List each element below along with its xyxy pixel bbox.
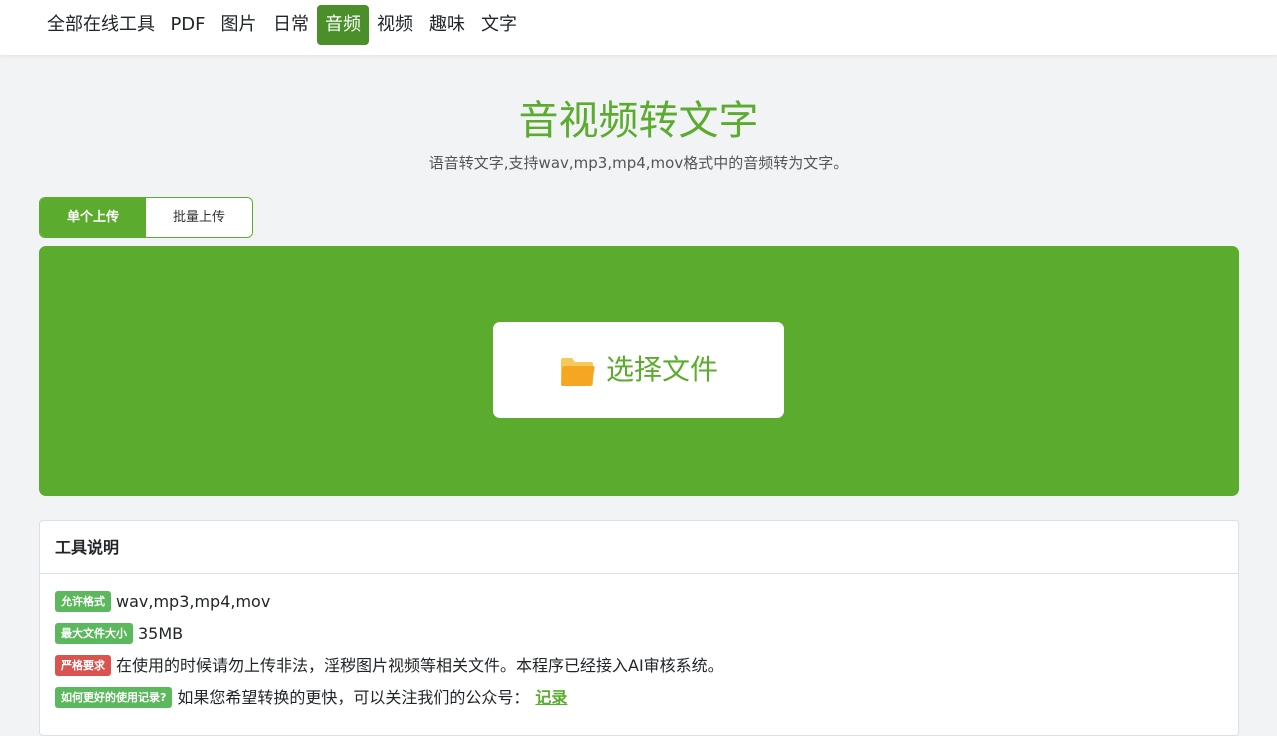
info-text-max-size: 35MB: [138, 624, 184, 643]
tool-description-card: 工具说明 允许格式 wav,mp3,mp4,mov 最大文件大小 35MB 严格要求…: [39, 520, 1239, 736]
nav-item-fun[interactable]: 趣味: [421, 5, 473, 45]
tab-batch-upload[interactable]: 批量上传: [146, 198, 252, 237]
nav-item-daily[interactable]: 日常: [265, 5, 317, 45]
file-dropzone[interactable]: 选择文件: [39, 246, 1239, 496]
badge-allowed-formats: 允许格式: [55, 591, 111, 612]
upload-mode-tabs: 单个上传 批量上传: [39, 197, 253, 238]
choose-file-button[interactable]: 选择文件: [493, 322, 784, 418]
badge-max-file-size: 最大文件大小: [55, 623, 133, 644]
info-row-formats: 允许格式 wav,mp3,mp4,mov: [55, 591, 270, 613]
nav-item-audio[interactable]: 音频: [317, 5, 369, 45]
badge-how-to-use: 如何更好的使用记录?: [55, 687, 173, 708]
nav-item-image[interactable]: 图片: [213, 5, 264, 45]
badge-strict-requirement: 严格要求: [55, 655, 111, 676]
tab-single-upload[interactable]: 单个上传: [40, 198, 146, 237]
info-row-strict: 严格要求 在使用的时候请勿上传非法，淫秽图片视频等相关文件。本程序已经接入AI审核…: [55, 655, 724, 677]
top-navbar: 全部在线工具 PDF 图片 日常 音频 视频 趣味 文字: [0, 0, 1277, 55]
nav-item-all-tools[interactable]: 全部在线工具: [39, 5, 163, 45]
card-title: 工具说明: [40, 521, 1238, 574]
info-text-howto: 如果您希望转换的更快，可以关注我们的公众号：: [177, 688, 530, 707]
record-link[interactable]: 记录: [535, 688, 567, 707]
choose-file-label: 选择文件: [606, 353, 719, 386]
page-title: 音视频转文字: [518, 98, 759, 144]
info-row-howto: 如何更好的使用记录? 如果您希望转换的更快，可以关注我们的公众号： 记录: [55, 687, 567, 709]
info-text-strict: 在使用的时候请勿上传非法，淫秽图片视频等相关文件。本程序已经接入AI审核系统。: [116, 656, 724, 675]
folder-icon: [561, 358, 595, 386]
info-row-max-size: 最大文件大小 35MB: [55, 623, 183, 645]
nav-item-pdf[interactable]: PDF: [166, 5, 210, 45]
nav-item-text[interactable]: 文字: [473, 5, 525, 45]
nav-item-video[interactable]: 视频: [369, 5, 421, 45]
page-subtitle: 语音转文字,支持wav,mp3,mp4,mov格式中的音频转为文字。: [428, 154, 849, 172]
info-text-formats: wav,mp3,mp4,mov: [116, 592, 271, 611]
